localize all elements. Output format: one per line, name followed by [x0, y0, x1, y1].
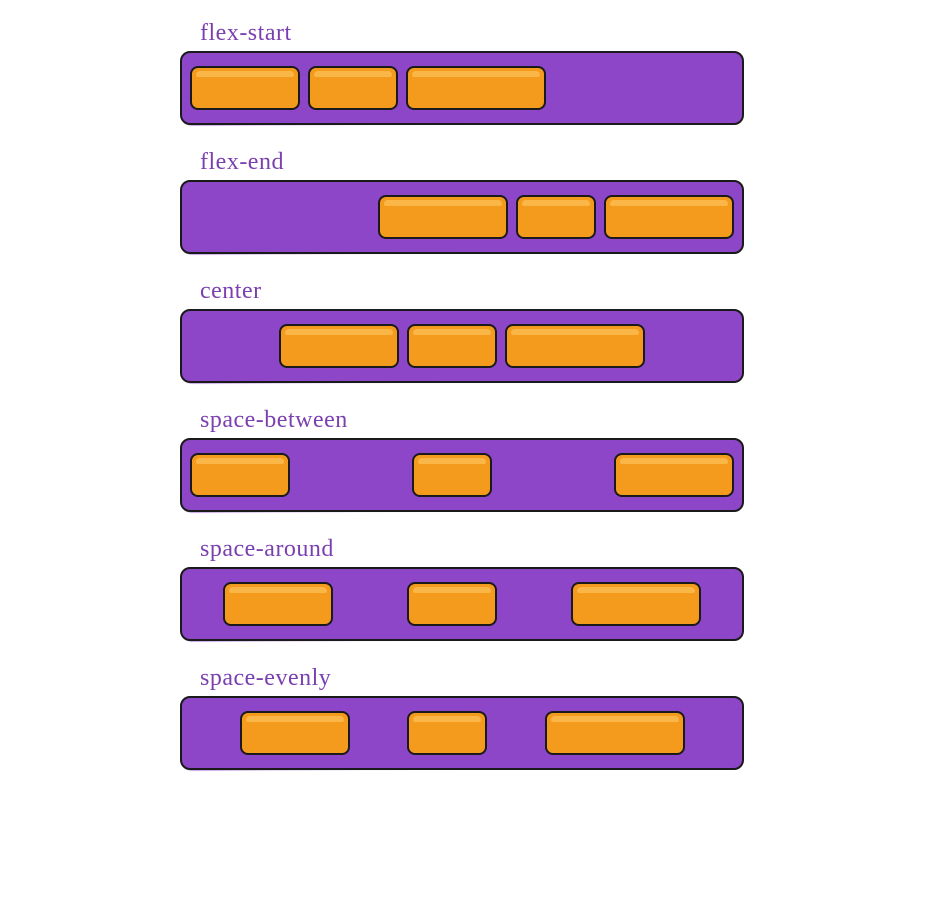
flex-item — [407, 582, 497, 626]
flex-item — [406, 66, 546, 110]
example-flex-start: flex-start — [180, 20, 740, 121]
example-space-evenly: space-evenly — [180, 665, 740, 766]
flex-container — [180, 51, 744, 125]
flex-item — [516, 195, 596, 239]
flex-item — [279, 324, 399, 368]
container-wrap — [180, 438, 740, 508]
flex-container — [180, 180, 744, 254]
flex-item — [505, 324, 645, 368]
container-wrap — [180, 51, 740, 121]
flex-item — [190, 453, 290, 497]
label-space-around: space-around — [200, 536, 740, 563]
flex-item — [412, 453, 492, 497]
flex-item — [614, 453, 734, 497]
label-flex-start: flex-start — [200, 20, 740, 47]
flex-item — [571, 582, 701, 626]
flex-item — [190, 66, 300, 110]
flex-container — [180, 567, 744, 641]
flex-item — [545, 711, 685, 755]
container-wrap — [180, 309, 740, 379]
diagram-page: flex-start flex-end center — [0, 0, 740, 766]
flex-item — [378, 195, 508, 239]
flex-item — [223, 582, 333, 626]
flex-item — [407, 711, 487, 755]
label-space-evenly: space-evenly — [200, 665, 740, 692]
label-flex-end: flex-end — [200, 149, 740, 176]
container-wrap — [180, 180, 740, 250]
flex-item — [308, 66, 398, 110]
flex-item — [604, 195, 734, 239]
flex-container — [180, 438, 744, 512]
example-flex-end: flex-end — [180, 149, 740, 250]
flex-container — [180, 696, 744, 770]
example-space-between: space-between — [180, 407, 740, 508]
flex-item — [240, 711, 350, 755]
flex-container — [180, 309, 744, 383]
container-wrap — [180, 567, 740, 637]
example-space-around: space-around — [180, 536, 740, 637]
flex-item — [407, 324, 497, 368]
label-center: center — [200, 278, 740, 305]
container-wrap — [180, 696, 740, 766]
example-center: center — [180, 278, 740, 379]
label-space-between: space-between — [200, 407, 740, 434]
